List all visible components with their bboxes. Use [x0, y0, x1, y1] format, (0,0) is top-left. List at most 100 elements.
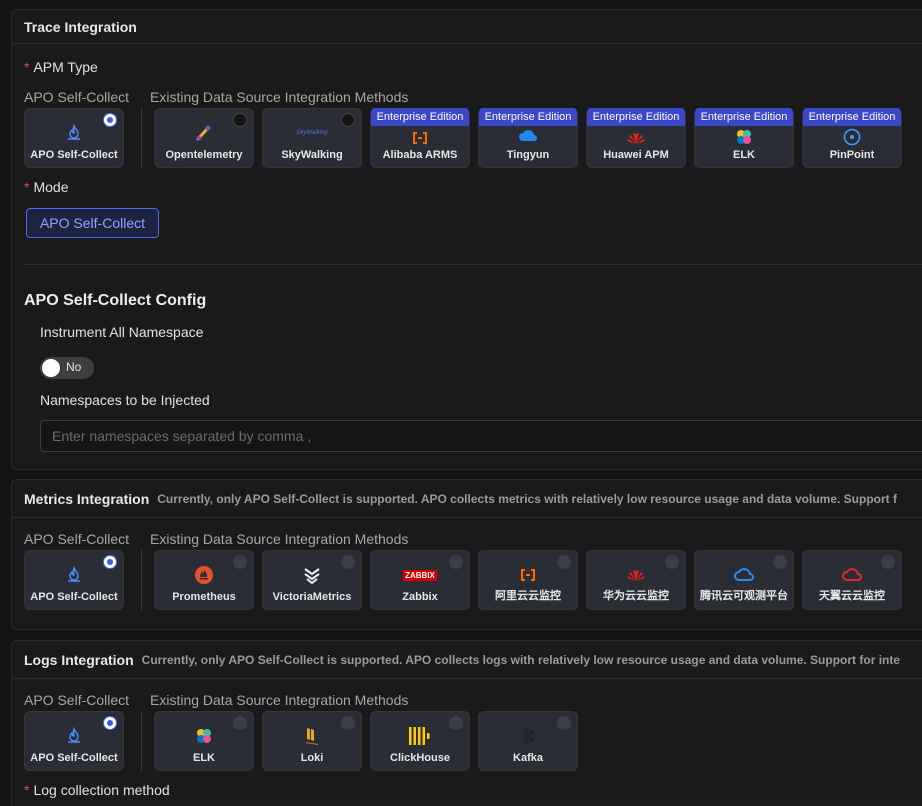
metrics-card-prometheus[interactable]: Prometheus [154, 550, 254, 610]
card-label: Alibaba ARMS [382, 149, 458, 161]
card-label: Zabbix [402, 591, 438, 603]
trace-card-alibaba-arms[interactable]: Enterprise Edition Alibaba ARMS [370, 108, 470, 168]
metrics-integration-note: Currently, only APO Self-Collect is supp… [157, 491, 897, 506]
logs-card-clickhouse[interactable]: ClickHouse [370, 711, 470, 771]
trace-integration-header: Trace Integration [12, 10, 922, 44]
logs-self-collect-label: APO Self-Collect [24, 692, 130, 708]
toggle-knob [42, 359, 60, 377]
apm-type-label: * APM Type [24, 59, 98, 75]
card-label: 阿里云云监控 [495, 590, 561, 602]
tingyun-cloud-icon [479, 125, 577, 147]
enterprise-badge: Enterprise Edition [479, 108, 577, 126]
trace-card-pinpoint[interactable]: Enterprise Edition PinPoint [802, 108, 902, 168]
log-collection-method-text: Log collection method [33, 782, 170, 798]
trace-existing-label: Existing Data Source Integration Methods [150, 89, 409, 105]
trace-divider [141, 108, 142, 168]
card-label: PinPoint [829, 149, 875, 161]
card-label: 腾讯云可观测平台 [700, 590, 788, 602]
metrics-card-apo-self-collect[interactable]: APO Self-Collect [24, 550, 124, 610]
instrument-all-namespace-label: Instrument All Namespace [40, 324, 204, 340]
toggle-text: No [66, 360, 82, 374]
logs-card-loki[interactable]: Loki [262, 711, 362, 771]
mode-label: * Mode [24, 179, 69, 195]
clickhouse-icon [371, 725, 469, 747]
mode-apo-self-collect-button[interactable]: APO Self-Collect [26, 208, 159, 238]
card-label: Opentelemetry [165, 149, 243, 161]
logs-existing-label: Existing Data Source Integration Methods [150, 692, 409, 708]
trace-card-tingyun[interactable]: Enterprise Edition Tingyun [478, 108, 578, 168]
metrics-integration-title: Metrics Integration [24, 490, 150, 507]
trace-card-apo-self-collect[interactable]: APO Self-Collect [24, 108, 124, 168]
card-label: ClickHouse [390, 752, 450, 764]
metrics-divider [141, 550, 142, 610]
metrics-integration-header: Metrics Integration Currently, only APO … [12, 480, 922, 518]
card-label: ELK [193, 752, 215, 764]
zabbix-logo-text: ZABBIX [403, 569, 437, 581]
card-label: 华为云云监控 [603, 590, 669, 602]
kafka-icon [479, 725, 577, 747]
trace-card-elk[interactable]: Enterprise Edition ELK [694, 108, 794, 168]
metrics-card-tianyi-cloud[interactable]: 天翼云云监控 [802, 550, 902, 610]
elastic-icon [695, 126, 793, 148]
instrument-all-namespace-toggle[interactable]: No [40, 357, 94, 379]
enterprise-badge: Enterprise Edition [695, 108, 793, 126]
config-title: APO Self-Collect Config [24, 292, 207, 309]
metrics-card-aliyun[interactable]: 阿里云云监控 [478, 550, 578, 610]
pinpoint-icon [803, 126, 901, 148]
card-label: APO Self-Collect [30, 591, 118, 603]
prometheus-icon [155, 564, 253, 586]
huawei-icon [587, 127, 685, 149]
logs-card-apo-self-collect[interactable]: APO Self-Collect [24, 711, 124, 771]
mode-label-text: Mode [33, 179, 69, 195]
card-label: 天翼云云监控 [819, 590, 885, 602]
card-label: VictoriaMetrics [272, 591, 352, 603]
alibaba-cloud-icon [479, 564, 577, 586]
card-label: APO Self-Collect [30, 752, 118, 764]
card-label: Loki [300, 752, 324, 764]
telescope-icon [155, 122, 253, 144]
tencent-cloud-icon [695, 564, 793, 586]
trace-card-opentelemetry[interactable]: Opentelemetry [154, 108, 254, 168]
card-label: Prometheus [172, 591, 236, 603]
config-divider [24, 264, 922, 265]
victoriametrics-icon [263, 564, 361, 586]
logs-card-kafka[interactable]: Kafka [478, 711, 578, 771]
apm-type-label-text: APM Type [33, 59, 98, 75]
zabbix-logo: ZABBIX [371, 564, 469, 586]
logs-integration-title: Logs Integration [24, 651, 134, 668]
enterprise-badge: Enterprise Edition [371, 108, 469, 126]
huawei-icon [587, 564, 685, 586]
logs-integration-note: Currently, only APO Self-Collect is supp… [141, 652, 901, 667]
card-label: Tingyun [506, 149, 550, 161]
tianyi-cloud-icon [803, 564, 901, 586]
enterprise-badge: Enterprise Edition [803, 108, 901, 126]
metrics-existing-label: Existing Data Source Integration Methods [150, 531, 409, 547]
card-label: APO Self-Collect [30, 149, 118, 161]
card-label: Kafka [513, 752, 543, 764]
trace-card-skywalking[interactable]: SkyWalking SkyWalking [262, 108, 362, 168]
loki-icon [263, 725, 361, 747]
metrics-card-victoriametrics[interactable]: VictoriaMetrics [262, 550, 362, 610]
logs-integration-header: Logs Integration Currently, only APO Sel… [12, 641, 922, 679]
skywalking-logo: SkyWalking [263, 122, 361, 144]
namespaces-input[interactable] [40, 420, 922, 452]
flame-icon [25, 564, 123, 586]
logs-divider [141, 711, 142, 771]
logs-card-elk[interactable]: ELK [154, 711, 254, 771]
trace-self-collect-label: APO Self-Collect [24, 89, 130, 105]
card-label: ELK [733, 149, 755, 161]
trace-integration-title: Trace Integration [24, 18, 137, 35]
enterprise-badge: Enterprise Edition [587, 108, 685, 126]
namespaces-label: Namespaces to be Injected [40, 392, 210, 408]
metrics-card-huawei-cloud[interactable]: 华为云云监控 [586, 550, 686, 610]
metrics-self-collect-label: APO Self-Collect [24, 531, 130, 547]
skywalking-logo-text: SkyWalking [296, 130, 328, 136]
log-collection-method-label: * Log collection method [24, 782, 170, 798]
metrics-card-tencent-cloud[interactable]: 腾讯云可观测平台 [694, 550, 794, 610]
flame-icon [25, 725, 123, 747]
alibaba-cloud-icon [371, 127, 469, 149]
flame-icon [25, 122, 123, 144]
card-label: Huawei APM [603, 149, 669, 161]
trace-card-huawei-apm[interactable]: Enterprise Edition Huawei APM [586, 108, 686, 168]
metrics-card-zabbix[interactable]: ZABBIX Zabbix [370, 550, 470, 610]
